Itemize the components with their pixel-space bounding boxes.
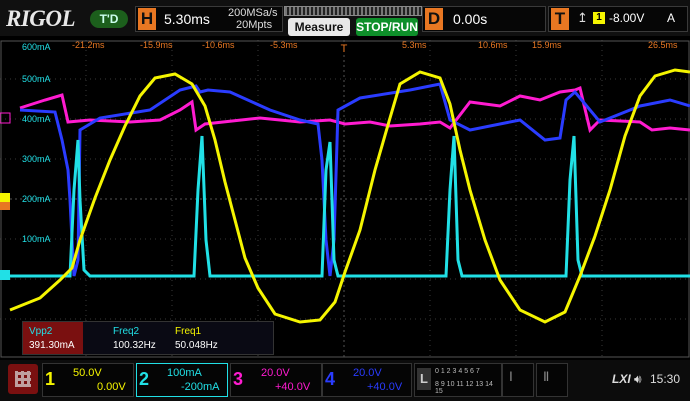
sound-icon[interactable]: 🔊︎: [634, 372, 642, 387]
memory-overview-bar: [284, 6, 422, 16]
channel-4-number: 4: [324, 369, 335, 389]
trigger-edge-icon: ↥: [577, 10, 588, 25]
sample-rate: 200MSa/s: [228, 7, 278, 19]
y-tick-label: 400mA: [22, 114, 51, 124]
time-tick-label: -10.6ms: [202, 40, 235, 50]
ch1-offset-marker[interactable]: [0, 193, 10, 203]
y-tick-label: 500mA: [22, 74, 51, 84]
time-tick-label: -21.2ms: [72, 40, 105, 50]
logic-bits-low: 0 1 2 3 4 5 6 7: [435, 368, 480, 375]
stop-run-button[interactable]: STOP/RUN: [356, 18, 418, 36]
delay-value: 0.00s: [453, 11, 488, 27]
channel-3-offset: +40.0V: [275, 381, 311, 393]
ch2-offset-marker[interactable]: [0, 270, 10, 280]
measurement-label: Vpp2: [29, 326, 53, 337]
logic-analyzer-control[interactable]: L 0 1 2 3 4 5 6 7 8 9 10 11 12 13 14 15: [414, 363, 502, 397]
trigger-label: T: [551, 8, 569, 30]
channel-1-control[interactable]: 1 50.0V 0.00V: [42, 363, 134, 397]
trigger-level: -8.00V: [609, 11, 645, 25]
trigger-position-marker[interactable]: T: [341, 43, 348, 55]
decode-1-button[interactable]: Ⅰ: [502, 363, 534, 397]
channel-3-scale: 20.0V: [261, 367, 290, 379]
measurement-label: Freq1: [175, 326, 202, 337]
trigger-source-badge: 1: [593, 12, 605, 24]
trigger-mode: A: [667, 11, 676, 25]
logic-bits-high: 8 9 10 11 12 13 14 15: [435, 381, 493, 395]
y-tick-label: 100mA: [22, 234, 51, 244]
decode-2-icon: Ⅱ: [543, 369, 550, 384]
time-tick-label: 15.9ms: [532, 40, 562, 50]
time-tick-label: 10.6ms: [478, 40, 508, 50]
trigger-status-badge: T'D: [90, 10, 128, 28]
rigol-logo: RIGOL: [6, 6, 76, 31]
y-tick-label: 200mA: [22, 194, 51, 204]
timebase-value: 5.30ms: [164, 11, 210, 27]
trigger-level-marker[interactable]: [0, 202, 10, 210]
channel-1-scale: 50.0V: [73, 367, 102, 379]
measurement-value: 100.32Hz: [113, 340, 156, 351]
time-tick-label: 26.5ms: [648, 40, 678, 50]
channel-4-control[interactable]: 4 20.0V +40.0V: [322, 363, 412, 397]
trigger-control[interactable]: T ↥ 1 -8.00V A: [548, 6, 688, 32]
waveform-display[interactable]: -21.2ms -15.9ms -10.6ms -5.3ms 5.3ms 10.…: [0, 40, 690, 358]
channel-2-scale: 100mA: [167, 367, 202, 379]
decode-1-icon: Ⅰ: [509, 369, 513, 384]
delay-control[interactable]: D 0.00s: [422, 6, 546, 32]
measurement-value: 391.30mA: [29, 340, 75, 351]
top-status-bar: RIGOL T'D H 5.30ms 200MSa/s 20Mpts Measu…: [0, 0, 690, 36]
time-tick-label: -15.9ms: [140, 40, 173, 50]
channel-2-number: 2: [138, 369, 149, 389]
decode-2-button[interactable]: Ⅱ: [536, 363, 568, 397]
measurement-value: 50.048Hz: [175, 340, 218, 351]
measure-button[interactable]: Measure: [288, 18, 350, 36]
lxi-logo: LXI: [612, 372, 631, 386]
bottom-channel-bar: 1 50.0V 0.00V 2 100mA -200mA 3 20.0V +40…: [0, 360, 690, 401]
channel-1-offset: 0.00V: [97, 381, 126, 393]
channel-4-offset: +40.0V: [367, 381, 403, 393]
y-tick-label: 600mA: [22, 42, 51, 52]
channel-3-number: 3: [232, 369, 243, 389]
horizontal-control[interactable]: H 5.30ms 200MSa/s 20Mpts: [135, 6, 283, 32]
channel-4-scale: 20.0V: [353, 367, 382, 379]
channel-2-control[interactable]: 2 100mA -200mA: [136, 363, 228, 397]
channel-2-offset: -200mA: [181, 381, 220, 393]
measurement-panel: Vpp2 391.30mA Freq2 100.32Hz Freq1 50.04…: [22, 321, 274, 355]
clock-time: 15:30: [650, 372, 681, 386]
menu-button[interactable]: [8, 364, 38, 394]
grid-menu-icon: [15, 371, 31, 387]
time-tick-label: 5.3ms: [402, 40, 427, 50]
logic-label: L: [417, 368, 431, 390]
delay-label: D: [425, 8, 443, 30]
y-tick-label: 300mA: [22, 154, 51, 164]
channel-1-number: 1: [44, 369, 55, 389]
horizontal-label: H: [138, 8, 156, 30]
measurement-label: Freq2: [113, 326, 140, 337]
channel-3-control[interactable]: 3 20.0V +40.0V: [230, 363, 322, 397]
memory-depth: 20Mpts: [236, 19, 273, 31]
time-tick-label: -5.3ms: [270, 40, 298, 50]
